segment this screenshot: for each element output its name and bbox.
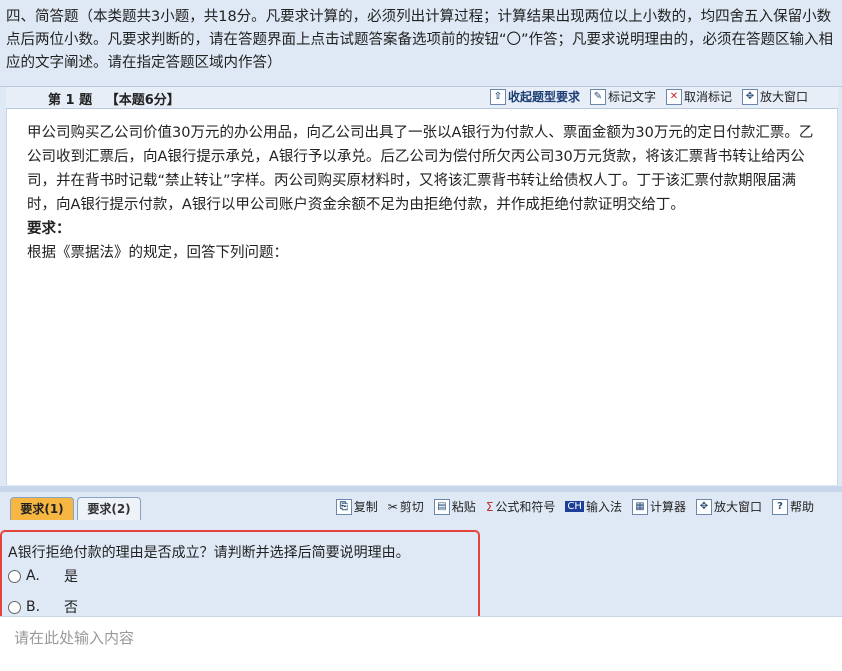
sigma-icon: Σ: [485, 499, 494, 514]
unmark-icon: ✕: [665, 88, 682, 105]
cut-button[interactable]: ✂ 剪切: [388, 498, 424, 515]
requirements-text: 根据《票据法》的规定，回答下列问题：: [27, 245, 288, 261]
answer-placeholder: 请在此处输入内容: [14, 629, 135, 647]
enlarge-icon: ✥: [695, 498, 712, 515]
collapse-icon: ⇧: [489, 88, 506, 105]
enlarge-answer-window-button[interactable]: ✥ 放大窗口: [695, 498, 762, 515]
cut-icon: ✂: [387, 499, 398, 514]
paste-button[interactable]: ▤ 粘贴: [433, 498, 476, 515]
sub-question-text: A银行拒绝付款的理由是否成立？请判断并选择后简要说明理由。: [8, 545, 410, 561]
answer-input[interactable]: 请在此处输入内容: [0, 616, 842, 671]
requirements-label: 要求：: [27, 221, 71, 237]
mark-text-button[interactable]: ✎ 标记文字: [589, 88, 656, 105]
copy-icon: ⎘: [335, 498, 352, 515]
tab-requirement-1[interactable]: 要求(1): [10, 497, 74, 520]
option-a[interactable]: A. 是: [8, 566, 78, 586]
radio-b[interactable]: [8, 600, 21, 614]
mark-text-icon: ✎: [589, 88, 606, 105]
unmark-button[interactable]: ✕ 取消标记: [665, 88, 732, 105]
section-instructions: 四、简答题（本类题共3小题，共18分。凡要求计算的，必须列出计算过程；计算结果出…: [6, 9, 834, 71]
tab-requirement-2[interactable]: 要求(2): [77, 497, 141, 520]
help-icon: ?: [771, 498, 788, 515]
question-score: 【本题6分】: [105, 93, 180, 108]
option-b-key: B.: [26, 599, 41, 615]
ime-icon: CH: [565, 501, 584, 512]
question-content: 甲公司购买乙公司价值30万元的办公用品，向乙公司出具了一张以A银行为付款人、票面…: [6, 109, 838, 485]
question-number: 第 1 题 【本题6分】: [48, 93, 180, 108]
enlarge-window-button[interactable]: ✥ 放大窗口: [741, 88, 808, 105]
question-body: 甲公司购买乙公司价值30万元的办公用品，向乙公司出具了一张以A银行为付款人、票面…: [27, 125, 814, 213]
section-header: 四、简答题（本类题共3小题，共18分。凡要求计算的，必须列出计算过程；计算结果出…: [0, 0, 842, 87]
option-a-key: A.: [26, 568, 40, 584]
copy-button[interactable]: ⎘ 复制: [335, 498, 378, 515]
option-a-label: 是: [64, 569, 78, 585]
enlarge-icon: ✥: [741, 88, 758, 105]
formula-symbol-button[interactable]: Σ 公式和符号: [486, 498, 556, 515]
question-toolbar: 第 1 题 【本题6分】 ⇧ 收起题型要求 ✎ 标记文字 ✕ 取消标记 ✥ 放大窗口: [6, 87, 838, 109]
option-b-label: 否: [64, 600, 78, 616]
collapse-requirements-button[interactable]: ⇧ 收起题型要求: [489, 88, 580, 105]
paste-icon: ▤: [433, 498, 450, 515]
calculator-button[interactable]: ▦ 计算器: [631, 498, 686, 515]
help-button[interactable]: ? 帮助: [771, 498, 814, 515]
radio-a[interactable]: [8, 569, 21, 583]
option-b[interactable]: B. 否: [8, 597, 78, 617]
calculator-icon: ▦: [631, 498, 648, 515]
answer-toolbar: 要求(1) 要求(2) ⎘ 复制 ✂ 剪切 ▤ 粘贴 Σ 公式和符号 CH 输入法 ▦ 计算…: [0, 492, 842, 524]
input-method-button[interactable]: CH 输入法: [565, 498, 622, 515]
